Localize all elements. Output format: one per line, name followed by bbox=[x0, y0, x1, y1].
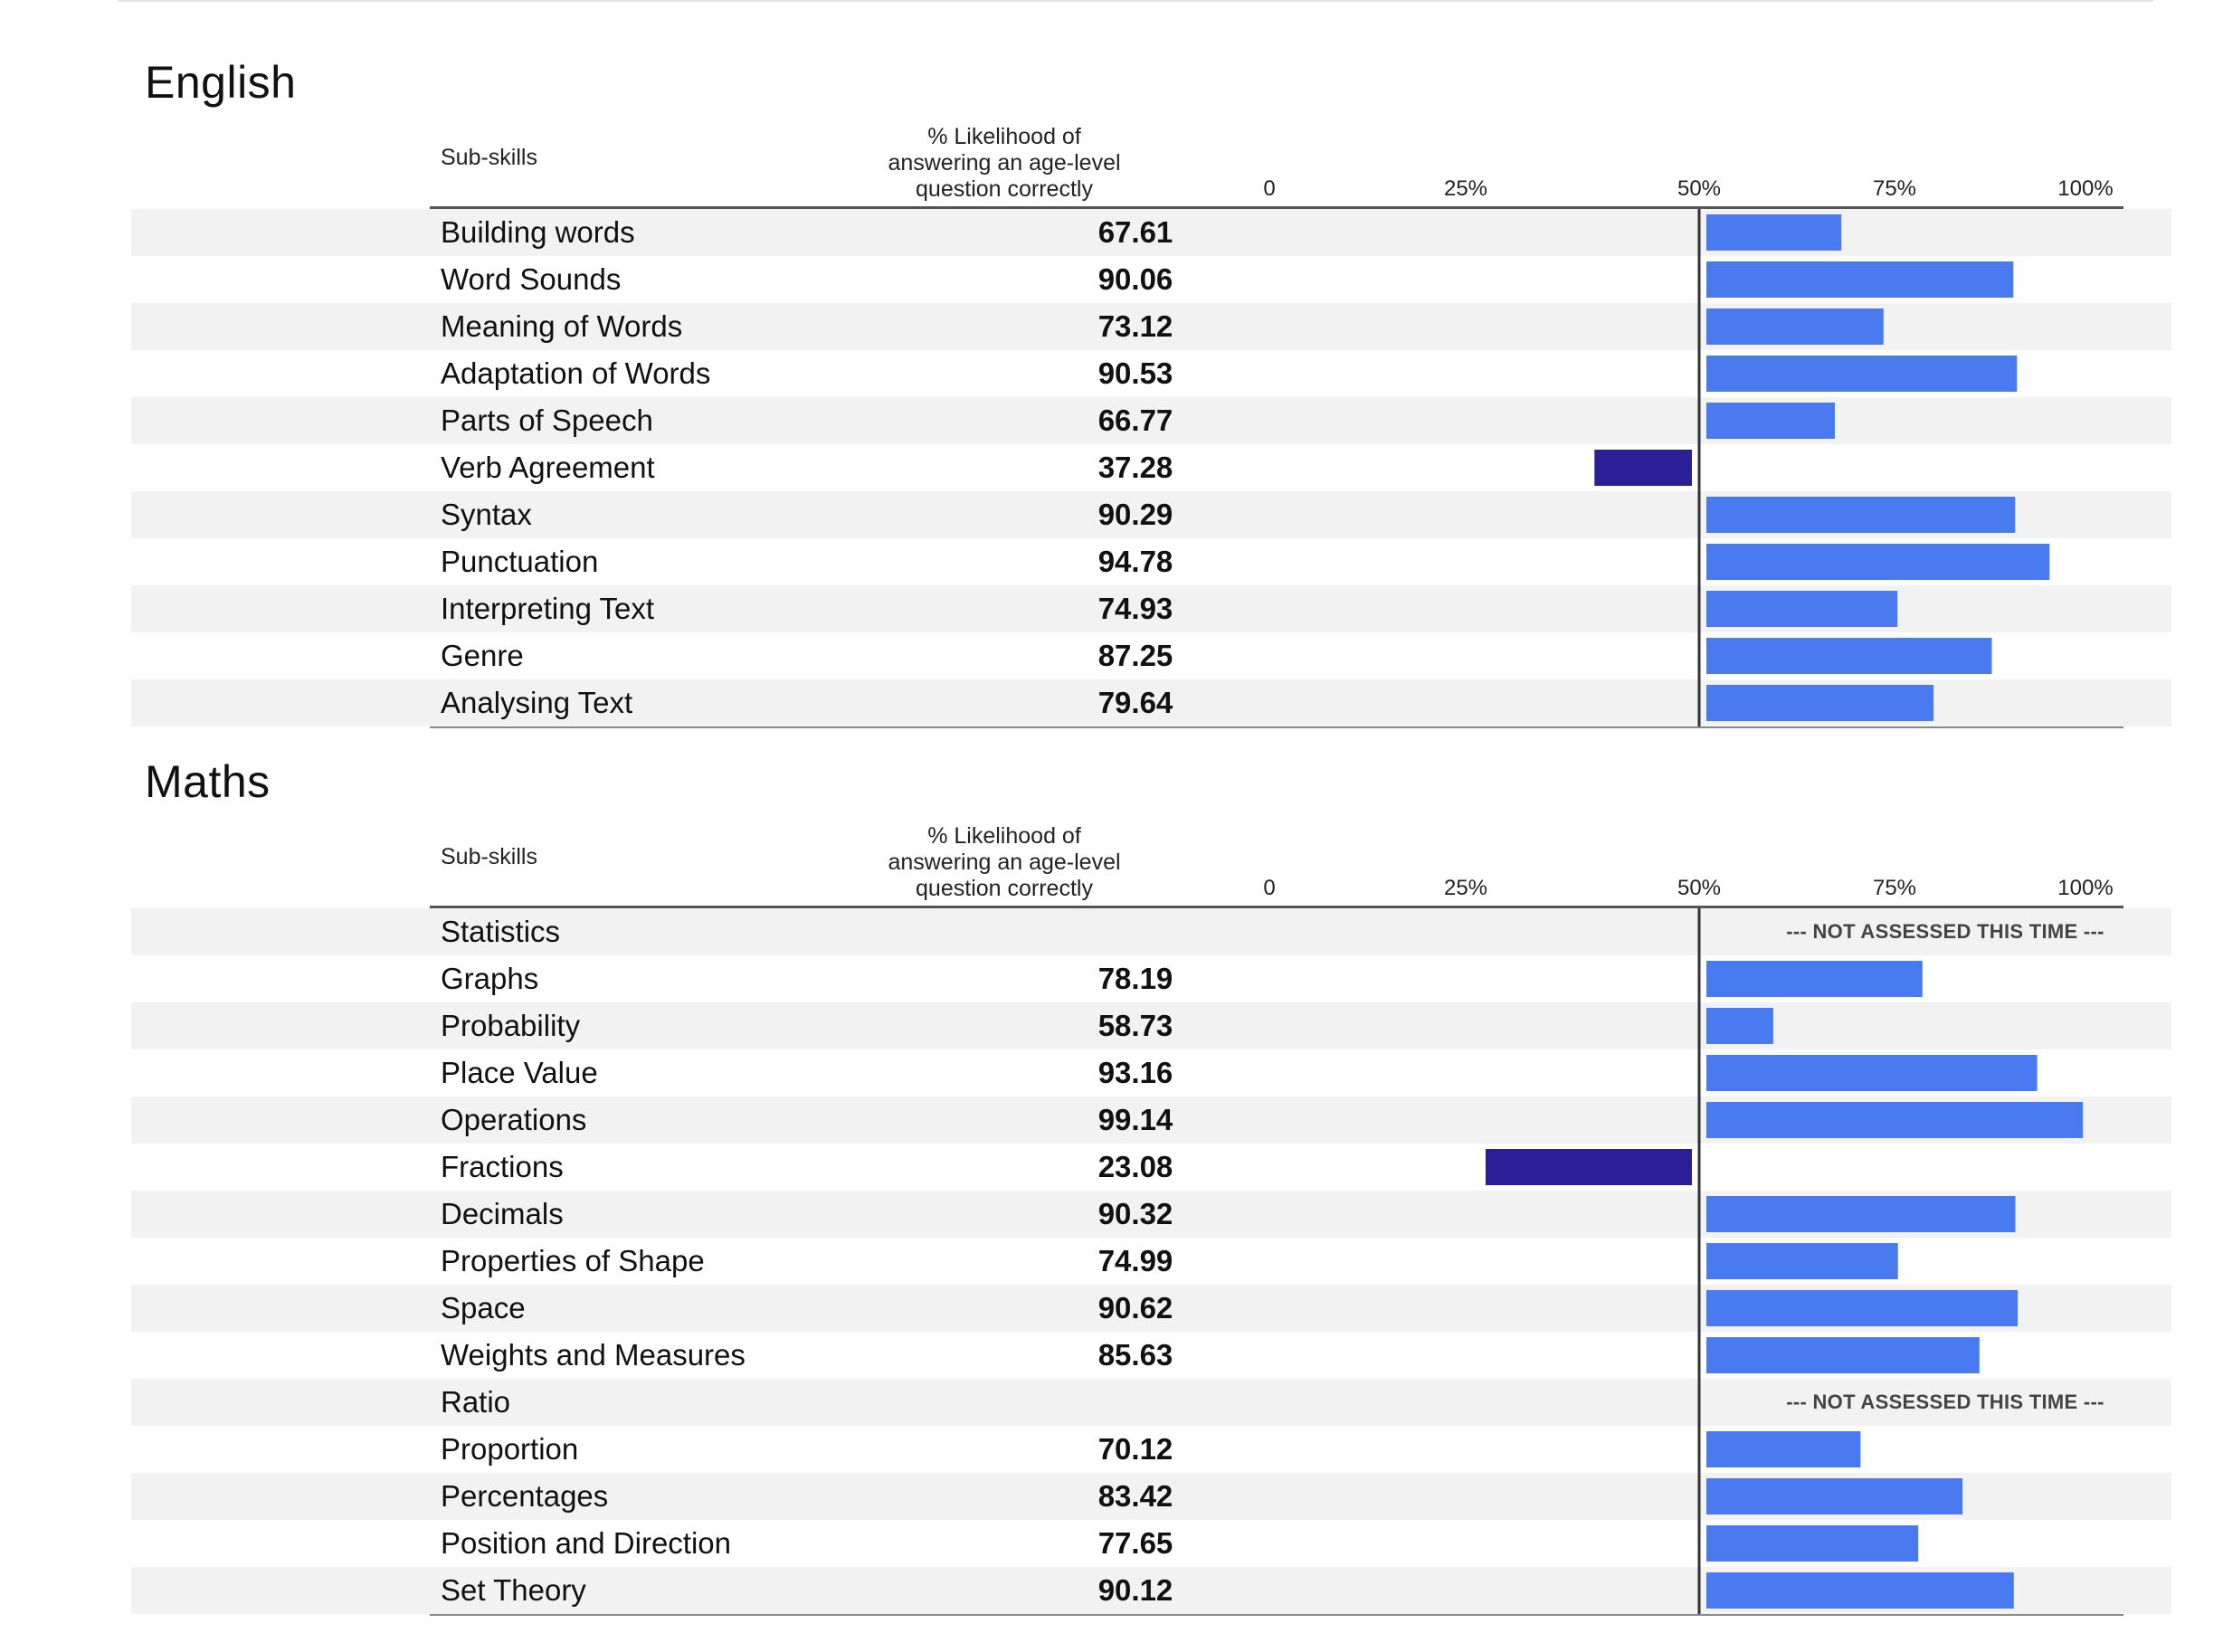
bar-verb-agreement bbox=[1594, 450, 1692, 486]
section-title: English bbox=[145, 57, 297, 108]
bar-space bbox=[1706, 1290, 2019, 1326]
top-divider bbox=[118, 0, 2153, 2]
bar-chart bbox=[1486, 908, 2084, 1614]
bar-place-value bbox=[1706, 1055, 2038, 1091]
bar-analysing-text bbox=[1706, 685, 1934, 721]
bar-word-sounds bbox=[1706, 261, 2014, 298]
bar-proportion bbox=[1706, 1431, 1861, 1467]
axis-tick: 75% bbox=[1872, 176, 1917, 201]
bar-building-words bbox=[1706, 214, 1842, 251]
header-likelihood: % Likelihood of answering an age-level q… bbox=[850, 124, 1158, 203]
bar-set-theory bbox=[1706, 1572, 2014, 1609]
axis-tick: 50% bbox=[1677, 176, 1722, 201]
header-likelihood-line: question correctly bbox=[916, 176, 1093, 202]
header-likelihood-line: answering an age-level bbox=[888, 150, 1121, 176]
axis-tick: 0 bbox=[1263, 176, 1276, 201]
bar-interpreting-text bbox=[1706, 591, 1898, 627]
bar-percentages bbox=[1706, 1478, 1963, 1514]
bar-fractions bbox=[1486, 1149, 1692, 1185]
bottom-rule bbox=[430, 1614, 2123, 1616]
bar-adaptation-of-words bbox=[1706, 356, 2018, 392]
axis-tick: 100% bbox=[2057, 876, 2114, 900]
axis-tick: 0 bbox=[1263, 876, 1276, 900]
bar-meaning-of-words bbox=[1706, 309, 1884, 345]
bottom-rule bbox=[430, 726, 2123, 728]
bar-probability bbox=[1706, 1008, 1773, 1044]
bar-weights-and-measures bbox=[1706, 1337, 1980, 1373]
header-likelihood-line: answering an age-level bbox=[888, 850, 1121, 875]
bar-properties-of-shape bbox=[1706, 1243, 1898, 1279]
axis-tick: 25% bbox=[1443, 876, 1488, 900]
bar-graphs bbox=[1706, 961, 1923, 997]
header-likelihood-line: question correctly bbox=[916, 876, 1093, 901]
header-likelihood-line: % Likelihood of bbox=[927, 823, 1081, 849]
bar-parts-of-speech bbox=[1706, 403, 1835, 439]
axis-tick: 75% bbox=[1872, 876, 1917, 900]
header-subskills: Sub-skills bbox=[441, 145, 537, 170]
bar-position-and-direction bbox=[1706, 1525, 1919, 1562]
header-likelihood-line: % Likelihood of bbox=[927, 124, 1081, 149]
axis-tick: 100% bbox=[2057, 176, 2114, 201]
bar-chart bbox=[1594, 209, 2050, 726]
bar-genre bbox=[1706, 638, 1992, 674]
header-subskills: Sub-skills bbox=[441, 844, 537, 869]
bar-decimals bbox=[1706, 1196, 2016, 1232]
axis-tick: 50% bbox=[1677, 876, 1722, 900]
section-title: Maths bbox=[145, 756, 271, 807]
bar-syntax bbox=[1706, 497, 2016, 533]
bar-punctuation bbox=[1706, 544, 2050, 580]
header-likelihood: % Likelihood of answering an age-level q… bbox=[850, 823, 1158, 902]
axis-tick: 25% bbox=[1443, 176, 1488, 201]
bar-operations bbox=[1706, 1102, 2084, 1138]
